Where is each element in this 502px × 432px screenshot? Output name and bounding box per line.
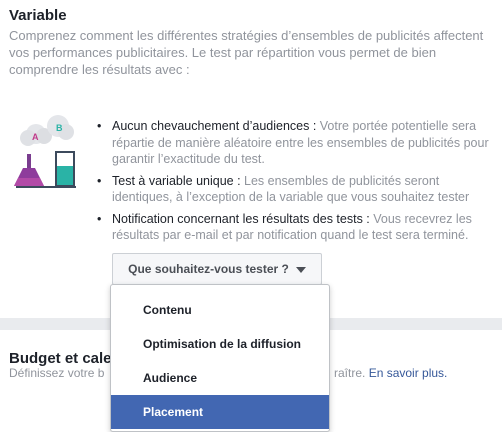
menu-item-optimisation-diffusion[interactable]: Optimisation de la diffusion [111, 327, 329, 361]
test-variable-menu: Contenu Optimisation de la diffusion Aud… [110, 284, 330, 432]
label-a: A [32, 132, 39, 142]
section-title: Variable [9, 7, 67, 24]
budget-section-description-end: raître. En savoir plus. [334, 366, 447, 380]
bullet-dot: • [97, 173, 102, 188]
list-item: • Aucun chevauchement d’audiences : Votr… [96, 118, 492, 168]
chevron-down-icon [295, 267, 306, 273]
ab-test-flasks-icon: A B [14, 115, 76, 188]
label-b: B [56, 123, 63, 133]
menu-item-placement[interactable]: Placement [111, 395, 329, 429]
learn-more-link[interactable]: En savoir plus. [369, 366, 448, 380]
test-variable-dropdown-button[interactable]: Que souhaitez-vous tester ? [112, 253, 322, 285]
section-description: Comprenez comment les différentes straté… [9, 28, 484, 77]
bullet-title: Notification concernant les résultats de… [112, 211, 374, 226]
budget-section-title: Budget et caler [9, 350, 118, 367]
bullet-dot: • [97, 211, 102, 226]
menu-padding [111, 285, 329, 293]
menu-item-contenu[interactable]: Contenu [111, 293, 329, 327]
budget-section-description: Définissez votre b [9, 366, 105, 380]
list-item: • Notification concernant les résultats … [96, 211, 492, 244]
bullet-dot: • [97, 119, 102, 133]
bullet-title: Aucun chevauchement d’audiences : [112, 119, 320, 133]
budget-description-tail: raître. [334, 366, 369, 380]
menu-item-audience[interactable]: Audience [111, 361, 329, 395]
test-button-label: Que souhaitez-vous tester ? [128, 262, 289, 276]
benefits-list: • Aucun chevauchement d’audiences : Votr… [96, 118, 492, 249]
bullet-title: Test à variable unique : [112, 173, 245, 188]
list-item: • Test à variable unique : Les ensembles… [96, 173, 492, 206]
